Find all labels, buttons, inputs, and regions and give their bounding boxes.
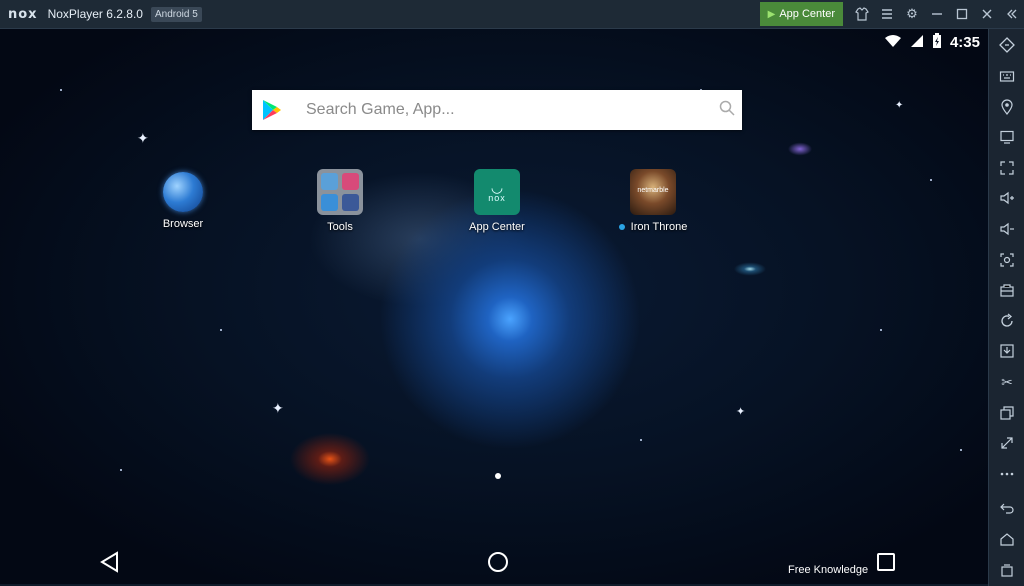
volume-down-icon[interactable] xyxy=(992,215,1022,244)
android-nav-bar: Free Knowledge xyxy=(0,540,988,584)
fullscreen-icon[interactable] xyxy=(992,153,1022,182)
google-search-bar[interactable] xyxy=(252,90,742,130)
iron-throne-icon-text: netmarble xyxy=(637,186,669,194)
nav-recents-button[interactable] xyxy=(872,548,900,576)
star-decoration: ✦ xyxy=(895,100,904,111)
star-decoration: ✦ xyxy=(736,406,746,418)
search-icon[interactable] xyxy=(712,100,742,121)
star-dot xyxy=(640,439,642,441)
apk-install-icon[interactable] xyxy=(992,337,1022,366)
nox-logo: nox xyxy=(8,6,38,22)
app-label: Browser xyxy=(162,218,204,230)
screenshot-icon[interactable] xyxy=(992,245,1022,274)
more-icon[interactable] xyxy=(992,460,1022,489)
globe-icon xyxy=(163,172,203,212)
rotate-icon[interactable] xyxy=(992,306,1022,335)
scissors-icon[interactable]: ✂ xyxy=(992,368,1022,397)
theme-icon[interactable] xyxy=(850,2,874,26)
window-title: NoxPlayer 6.2.8.0 xyxy=(47,7,143,21)
app-center-button-label: App Center xyxy=(779,8,835,20)
star-dot xyxy=(880,329,882,331)
bag-handle-icon: ◡ xyxy=(490,179,504,195)
star-dot xyxy=(60,89,62,91)
app-label-wrap: Iron Throne xyxy=(603,221,703,233)
star-dot xyxy=(120,469,122,471)
back-triangle-icon xyxy=(100,551,118,573)
app-iron-throne[interactable]: netmarble Iron Throne xyxy=(603,169,703,233)
star-dot xyxy=(220,329,222,331)
app-label: Tools xyxy=(327,221,353,233)
new-app-dot xyxy=(618,224,625,231)
maximize-icon[interactable] xyxy=(950,2,974,26)
search-input[interactable] xyxy=(304,100,712,120)
collapse-sidebar-icon[interactable] xyxy=(1000,2,1024,26)
app-center-icon: ◡ nox xyxy=(474,169,520,215)
wifi-icon xyxy=(884,34,902,51)
title-bar: nox NoxPlayer 6.2.8.0 Android 5 ▶ App Ce… xyxy=(0,0,1024,29)
android-status-bar: 4:35 xyxy=(884,33,980,52)
multi-instance-icon[interactable] xyxy=(992,398,1022,427)
location-icon[interactable] xyxy=(992,92,1022,121)
app-app-center[interactable]: ◡ nox App Center xyxy=(447,169,547,233)
emulator-sidebar: ✂ xyxy=(988,29,1024,586)
watermark-text: Free Knowledge xyxy=(788,564,869,576)
page-indicator-dot xyxy=(495,473,501,479)
home-icon[interactable] xyxy=(992,525,1022,554)
app-browser[interactable]: Browser xyxy=(133,172,233,230)
toolbox-icon[interactable] xyxy=(992,276,1022,305)
recents-square-icon xyxy=(877,553,895,571)
battery-charging-icon xyxy=(932,33,942,52)
nav-back-button[interactable] xyxy=(96,548,124,576)
settings-gear-icon[interactable]: ⚙ xyxy=(900,2,924,26)
nav-home-button[interactable] xyxy=(484,548,512,576)
map-icon xyxy=(321,173,338,190)
menu-icon[interactable] xyxy=(875,2,899,26)
folder-icon xyxy=(321,194,338,211)
facebook-icon xyxy=(342,194,359,211)
play-icon: ▶ xyxy=(767,8,776,20)
star-decoration: ✦ xyxy=(137,130,149,146)
close-icon[interactable] xyxy=(975,2,999,26)
keyboard-icon[interactable] xyxy=(992,62,1022,91)
screen-icon[interactable] xyxy=(992,123,1022,152)
resize-icon[interactable] xyxy=(992,429,1022,458)
back-icon[interactable] xyxy=(992,494,1022,523)
app-center-icon-text: nox xyxy=(488,193,506,203)
minimize-icon[interactable] xyxy=(925,2,949,26)
google-play-icon xyxy=(262,99,292,121)
home-circle-icon xyxy=(488,552,508,572)
star-dot xyxy=(960,449,962,451)
star-dot xyxy=(930,179,932,181)
iron-throne-icon: netmarble xyxy=(630,169,676,215)
app-label: App Center xyxy=(469,221,525,233)
gallery-icon xyxy=(342,173,359,190)
tools-folder-icon xyxy=(317,169,363,215)
keyboard-shortcuts-icon[interactable] xyxy=(992,31,1022,60)
app-tools-folder[interactable]: Tools xyxy=(290,169,390,233)
android-version-badge: Android 5 xyxy=(150,6,202,22)
android-screen[interactable]: ✦ ✦ ✦ ✦ 4:35 Search Game, App... Browser… xyxy=(0,29,988,584)
volume-up-icon[interactable] xyxy=(992,184,1022,213)
status-clock: 4:35 xyxy=(949,34,980,51)
recents-icon[interactable] xyxy=(992,555,1022,584)
app-label: Iron Throne xyxy=(630,221,688,233)
app-center-button[interactable]: ▶ App Center xyxy=(759,2,843,26)
star-decoration: ✦ xyxy=(272,400,284,416)
signal-icon xyxy=(910,34,924,51)
